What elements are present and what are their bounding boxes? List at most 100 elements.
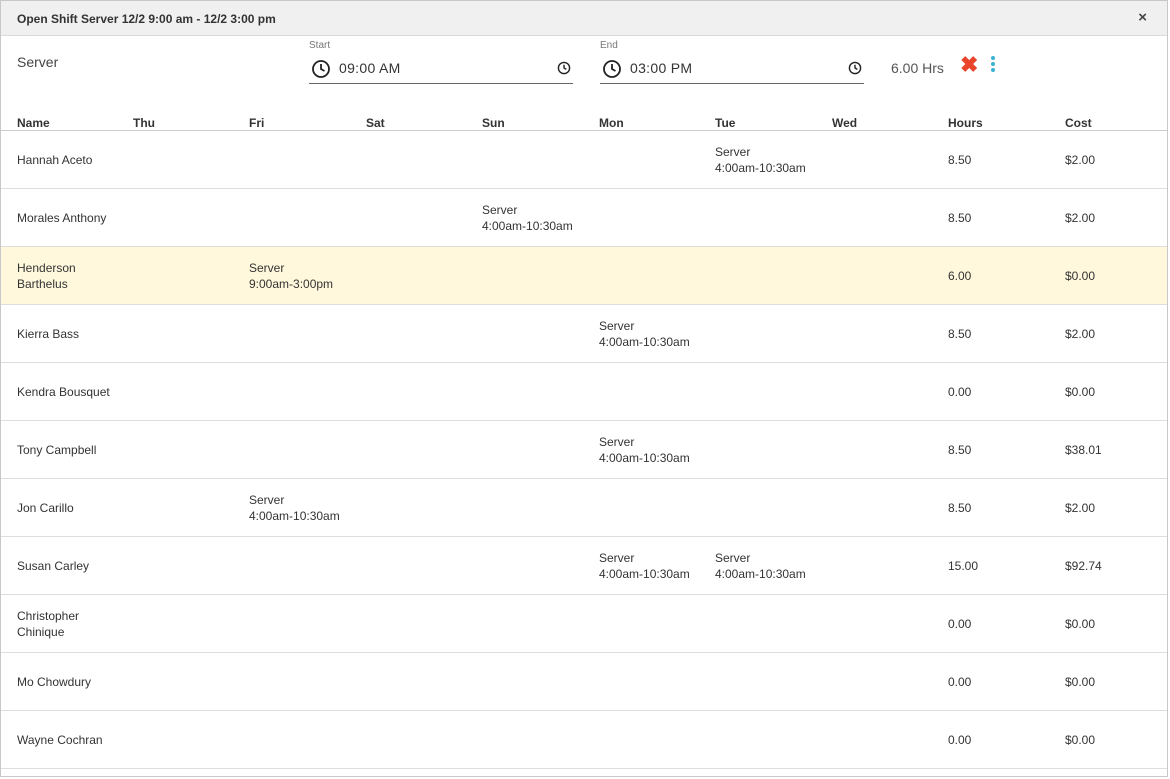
employee-name-cell: Kierra Bass (1, 304, 117, 363)
end-time-label: End (600, 40, 618, 51)
day-cell-tue (699, 594, 816, 653)
day-cell-wed (816, 188, 932, 247)
end-time-value: 03:00 PM (630, 60, 693, 76)
shift-time: 4:00am-10:30am (599, 334, 690, 349)
close-icon[interactable]: × (1138, 9, 1147, 27)
day-cell-mon[interactable]: Server 4:00am-10:30am (583, 420, 699, 479)
cost-cell: $0.00 (1049, 710, 1167, 769)
day-cell-mon (583, 710, 699, 769)
day-cell-mon (583, 246, 699, 305)
shift-role: Server (599, 318, 635, 333)
employee-name: Hannah Aceto (17, 152, 93, 167)
table-row[interactable]: Wayne Cochran 0.00 $0.00 (1, 710, 1167, 769)
employee-name-cell: Tony Campbell (1, 420, 117, 479)
day-cell-sat (350, 304, 466, 363)
day-cell-thu (117, 130, 233, 189)
day-cell-fri (233, 536, 350, 595)
table-row[interactable]: Kendra Bousquet 0.00 $0.00 (1, 362, 1167, 421)
day-cell-wed (816, 246, 932, 305)
day-cell-tue[interactable]: Server 4:00am-10:30am (699, 536, 816, 595)
end-time-input[interactable]: 03:00 PM (600, 56, 864, 84)
hours-cell: 0.00 (932, 594, 1049, 653)
day-cell-wed (816, 710, 932, 769)
day-cell-sun (466, 536, 583, 595)
table-row[interactable]: Tony Campbell Server 4:00am-10:30am 8.50 $38… (1, 420, 1167, 479)
day-cell-thu (117, 246, 233, 305)
employee-name-cell: Morales Anthony (1, 188, 117, 247)
day-cell-fri (233, 362, 350, 421)
employee-name-cell: Wayne Cochran (1, 710, 117, 769)
shift-role: Server (715, 144, 751, 159)
column-header-name[interactable]: Name (1, 111, 117, 131)
cost-cell: $38.01 (1049, 420, 1167, 479)
start-time-field[interactable]: Start 09:00 AM (309, 40, 573, 84)
more-options-icon[interactable] (991, 56, 997, 74)
time-picker-icon[interactable] (557, 61, 571, 75)
cost-cell: $92.74 (1049, 536, 1167, 595)
table-row[interactable]: Hannah Aceto Server 4:00am-10:30am 8.50 $2.0… (1, 130, 1167, 189)
column-header-cost[interactable]: Cost (1049, 111, 1167, 131)
day-cell-mon[interactable]: Server 4:00am-10:30am (583, 536, 699, 595)
shift-role: Server (599, 434, 635, 449)
table-row[interactable]: Susan Carley Server 4:00am-10:30am Server 4:… (1, 536, 1167, 595)
day-cell-mon (583, 594, 699, 653)
table-row[interactable]: Henderson Barthelus Server 9:00am-3:00pm 6.0… (1, 246, 1167, 305)
column-header-sun: Sun (466, 111, 583, 131)
dialog-title: Open Shift Server 12/2 9:00 am - 12/2 3:… (17, 12, 276, 26)
day-cell-mon (583, 478, 699, 537)
table-row[interactable]: Jon Carillo Server 4:00am-10:30am 8.50 $2.00 (1, 478, 1167, 537)
day-cell-thu (117, 304, 233, 363)
cost-cell: $0.00 (1049, 362, 1167, 421)
employee-name-cell: Kendra Bousquet (1, 362, 117, 421)
day-cell-mon[interactable]: Server 4:00am-10:30am (583, 304, 699, 363)
delete-shift-icon[interactable]: ✖ (960, 54, 978, 76)
start-time-input[interactable]: 09:00 AM (309, 56, 573, 84)
day-cell-mon (583, 130, 699, 189)
day-cell-sun (466, 304, 583, 363)
day-cell-wed (816, 652, 932, 711)
day-cell-fri[interactable]: Server 9:00am-3:00pm (233, 246, 350, 305)
cost-cell: $2.00 (1049, 478, 1167, 537)
end-time-field[interactable]: End 03:00 PM (600, 40, 864, 84)
day-cell-sun (466, 420, 583, 479)
shift-role: Server (715, 550, 751, 565)
day-cell-thu (117, 594, 233, 653)
day-cell-sun (466, 594, 583, 653)
employee-name: Susan Carley (17, 558, 90, 573)
day-cell-wed (816, 478, 932, 537)
day-cell-sun (466, 652, 583, 711)
time-picker-icon[interactable] (848, 61, 862, 75)
day-cell-fri[interactable]: Server 4:00am-10:30am (233, 478, 350, 537)
column-header-hours[interactable]: Hours (932, 111, 1049, 131)
hours-cell: 15.00 (932, 536, 1049, 595)
shift-role: Server (599, 550, 635, 565)
shift-hours: 6.00 Hrs (891, 60, 944, 76)
cost-cell: $0.00 (1049, 246, 1167, 305)
day-cell-tue (699, 652, 816, 711)
day-cell-sun[interactable]: Server 4:00am-10:30am (466, 188, 583, 247)
day-cell-sat (350, 652, 466, 711)
day-cell-tue (699, 420, 816, 479)
shift-time: 4:00am-10:30am (249, 508, 340, 523)
day-cell-wed (816, 130, 932, 189)
cost-cell: $2.00 (1049, 304, 1167, 363)
day-cell-tue[interactable]: Server 4:00am-10:30am (699, 130, 816, 189)
day-cell-sat (350, 188, 466, 247)
day-cell-thu (117, 188, 233, 247)
cost-cell: $2.00 (1049, 130, 1167, 189)
column-header-fri: Fri (233, 111, 350, 131)
employee-name-cell: Susan Carley (1, 536, 117, 595)
start-time-label: Start (309, 40, 331, 51)
table-body: Hannah Aceto Server 4:00am-10:30am 8.50 $2.0… (1, 130, 1167, 769)
table-row[interactable]: Mo Chowdury 0.00 $0.00 (1, 652, 1167, 711)
hours-cell: 0.00 (932, 362, 1049, 421)
employee-name: Kendra Bousquet (17, 384, 110, 399)
table-row[interactable]: Kierra Bass Server 4:00am-10:30am 8.50 $2.00 (1, 304, 1167, 363)
day-cell-mon (583, 362, 699, 421)
day-cell-thu (117, 536, 233, 595)
table-row[interactable]: Christopher Chinique 0.00 $0.00 (1, 594, 1167, 653)
hours-cell: 6.00 (932, 246, 1049, 305)
shift-time: 4:00am-10:30am (599, 566, 690, 581)
employee-name: Jon Carillo (17, 500, 74, 515)
table-row[interactable]: Morales Anthony Server 4:00am-10:30am 8.50 $… (1, 188, 1167, 247)
